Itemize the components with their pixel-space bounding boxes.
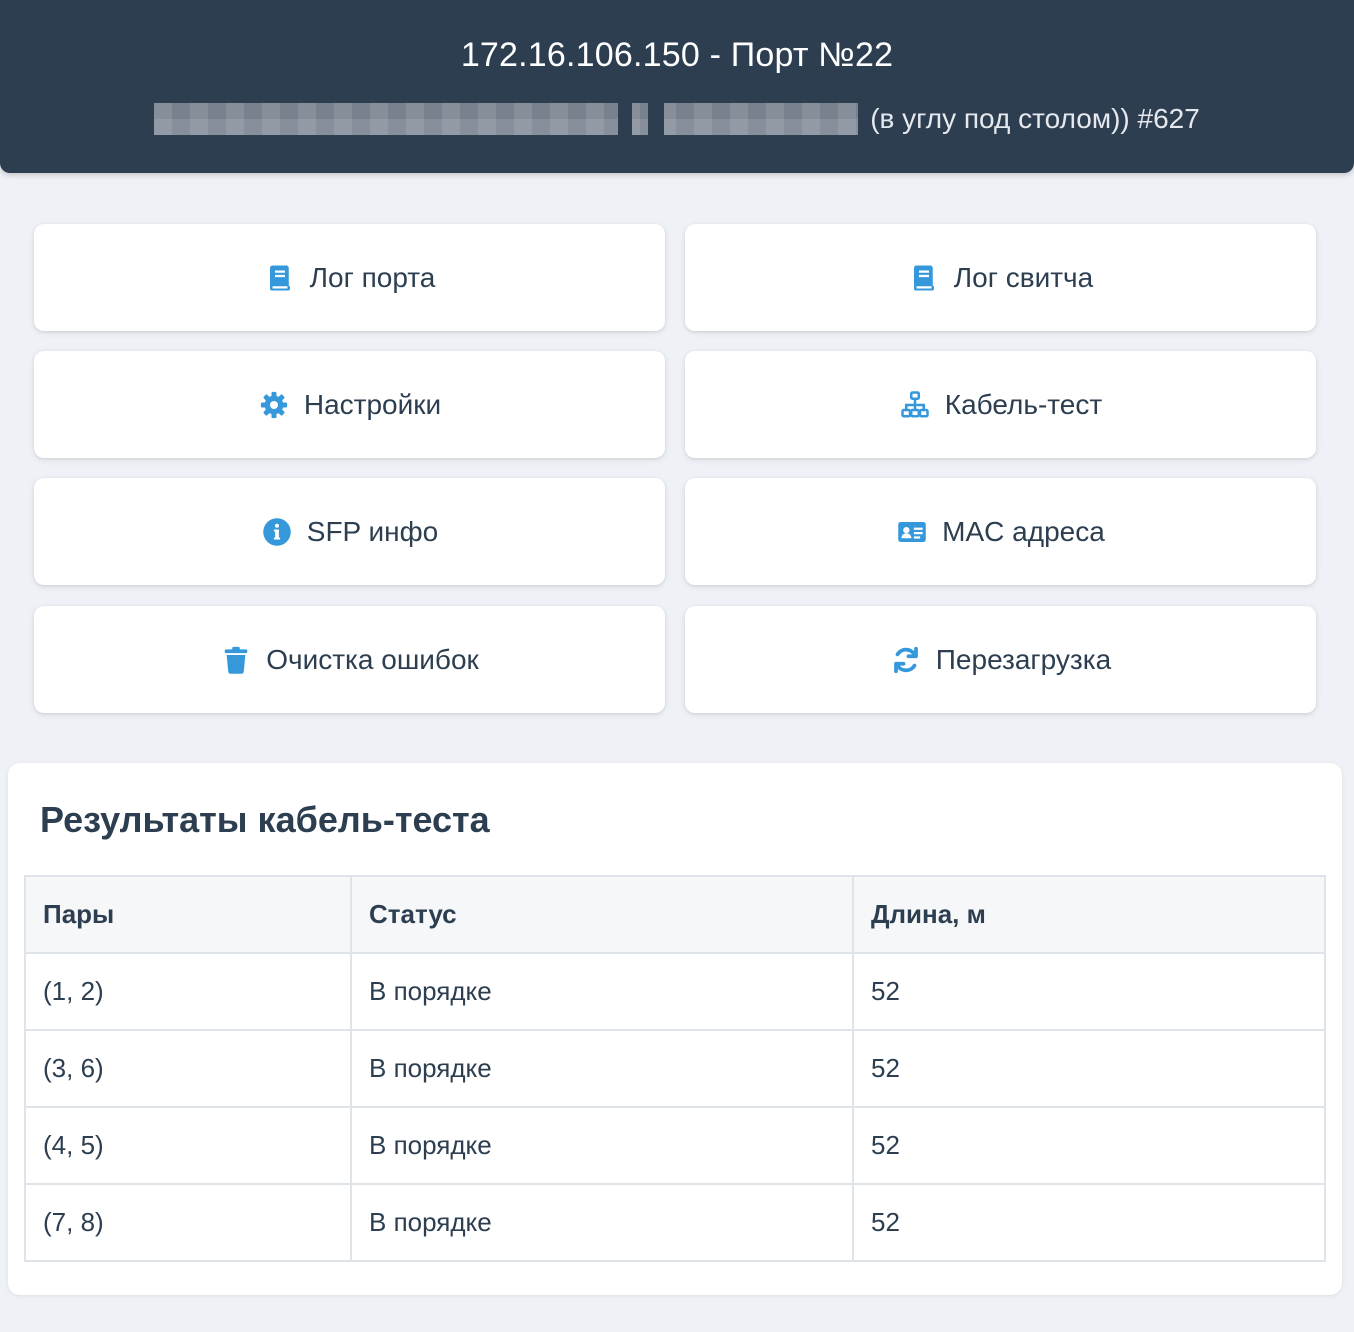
settings-label: Настройки <box>303 388 442 420</box>
length-cell: 52 <box>852 1029 1326 1108</box>
sfp-info-label: SFP инфо <box>306 515 439 547</box>
clear-errors-button[interactable]: Очистка ошибок <box>34 606 665 713</box>
mac-addresses-label: MAC адреса <box>942 515 1105 547</box>
info-icon <box>261 516 293 548</box>
reboot-button[interactable]: Перезагрузка <box>685 606 1316 713</box>
book-icon <box>264 262 296 294</box>
port-log-button[interactable]: Лог порта <box>34 224 665 331</box>
id-card-icon <box>896 516 928 548</box>
results-table: Пары Статус Длина, м (1, 2) В порядке 52… <box>24 875 1326 1262</box>
port-description: (в углу под столом)) #627 <box>0 103 1354 135</box>
status-cell: В порядке <box>350 1106 854 1185</box>
table-header-row: Пары Статус Длина, м <box>24 875 1326 954</box>
page-title: 172.16.106.150 - Порт №22 <box>460 36 894 74</box>
results-title: Результаты кабель-теста <box>40 799 490 840</box>
redacted-text <box>154 103 859 135</box>
column-header-pairs: Пары <box>24 875 352 954</box>
column-header-status: Статус <box>350 875 854 954</box>
trash-icon <box>220 644 252 676</box>
cable-test-results-card: Результаты кабель-теста Пары Статус Длин… <box>8 763 1342 1295</box>
network-icon <box>899 389 931 421</box>
column-header-length: Длина, м <box>852 875 1326 954</box>
table-row: (3, 6) В порядке 52 <box>24 1029 1326 1108</box>
pair-cell: (3, 6) <box>24 1029 352 1108</box>
length-cell: 52 <box>852 1183 1326 1262</box>
sync-icon <box>890 644 922 676</box>
pair-cell: (7, 8) <box>24 1183 352 1262</box>
length-cell: 52 <box>852 952 1326 1031</box>
sfp-info-button[interactable]: SFP инфо <box>34 478 665 585</box>
gear-icon <box>258 389 290 421</box>
reboot-label: Перезагрузка <box>935 643 1112 675</box>
table-row: (4, 5) В порядке 52 <box>24 1106 1326 1185</box>
switch-log-label: Лог свитча <box>953 261 1094 293</box>
mac-addresses-button[interactable]: MAC адреса <box>685 478 1316 585</box>
length-cell: 52 <box>852 1106 1326 1185</box>
cable-test-button[interactable]: Кабель-тест <box>685 351 1316 458</box>
settings-button[interactable]: Настройки <box>34 351 665 458</box>
cable-test-label: Кабель-тест <box>944 388 1103 420</box>
status-cell: В порядке <box>350 952 854 1031</box>
page-header: 172.16.106.150 - Порт №22 (в углу под ст… <box>0 0 1354 173</box>
clear-errors-label: Очистка ошибок <box>266 643 479 675</box>
status-cell: В порядке <box>350 1029 854 1108</box>
status-cell: В порядке <box>350 1183 854 1262</box>
table-row: (1, 2) В порядке 52 <box>24 952 1326 1031</box>
book-icon <box>908 262 940 294</box>
table-row: (7, 8) В порядке 52 <box>24 1183 1326 1262</box>
pair-cell: (4, 5) <box>24 1106 352 1185</box>
switch-log-button[interactable]: Лог свитча <box>685 224 1316 331</box>
port-location: (в углу под столом)) #627 <box>870 103 1200 134</box>
port-log-label: Лог порта <box>309 261 436 293</box>
pair-cell: (1, 2) <box>24 952 352 1031</box>
